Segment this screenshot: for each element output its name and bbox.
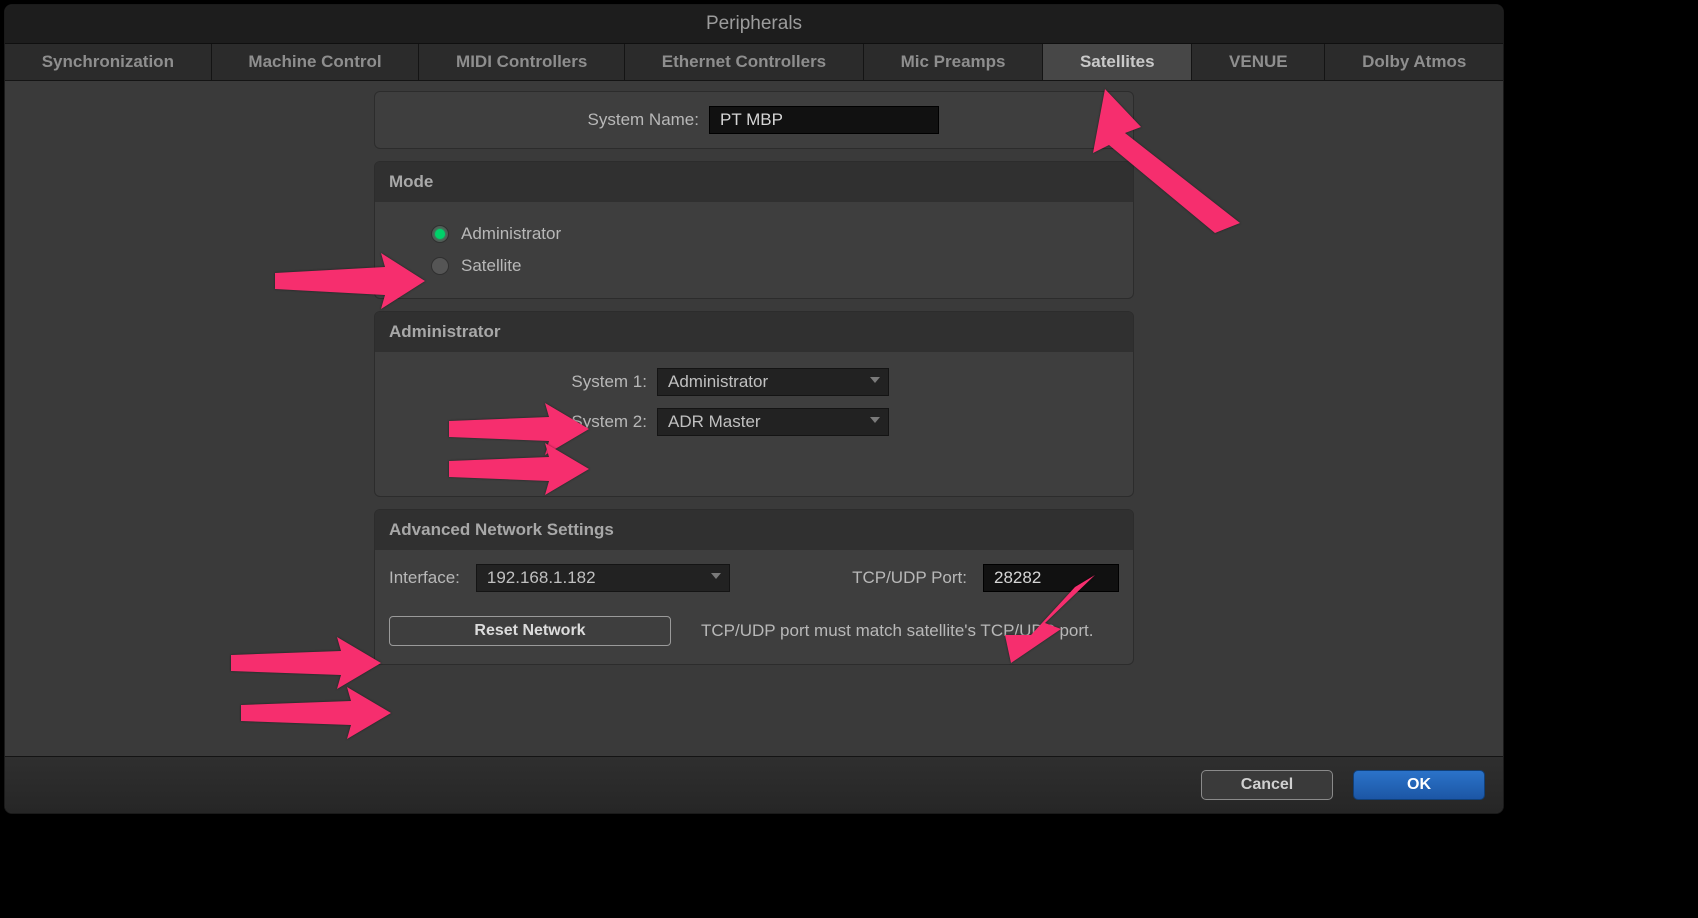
administrator-panel-header: Administrator bbox=[375, 312, 1133, 352]
network-panel-header: Advanced Network Settings bbox=[375, 510, 1133, 550]
tab-mic-preamps[interactable]: Mic Preamps bbox=[864, 44, 1043, 80]
window-titlebar: Peripherals bbox=[5, 5, 1503, 44]
dropdown-value: ADR Master bbox=[668, 412, 761, 432]
reset-network-button[interactable]: Reset Network bbox=[389, 616, 671, 646]
network-panel: Advanced Network Settings Interface: 192… bbox=[374, 509, 1134, 665]
peripherals-window: Peripherals Synchronization Machine Cont… bbox=[4, 4, 1504, 814]
radio-icon bbox=[431, 257, 449, 275]
window-title: Peripherals bbox=[706, 13, 802, 35]
system-name-label: System Name: bbox=[389, 110, 699, 130]
mode-radio-satellite[interactable]: Satellite bbox=[431, 256, 1119, 276]
tab-label: Mic Preamps bbox=[901, 52, 1006, 72]
tab-label: MIDI Controllers bbox=[456, 52, 587, 72]
tab-label: Satellites bbox=[1080, 52, 1155, 72]
panel-stack: System Name: Mode Administrator Satellit… bbox=[374, 91, 1134, 756]
port-label: TCP/UDP Port: bbox=[852, 568, 967, 588]
ok-button[interactable]: OK bbox=[1353, 770, 1485, 800]
dropdown-value: Administrator bbox=[668, 372, 768, 392]
interface-label: Interface: bbox=[389, 568, 460, 588]
tab-synchronization[interactable]: Synchronization bbox=[5, 44, 212, 80]
mode-panel: Mode Administrator Satellite bbox=[374, 161, 1134, 299]
tab-label: VENUE bbox=[1229, 52, 1288, 72]
system2-dropdown[interactable]: ADR Master bbox=[657, 408, 889, 436]
cancel-button[interactable]: Cancel bbox=[1201, 770, 1333, 800]
tab-ethernet-controllers[interactable]: Ethernet Controllers bbox=[625, 44, 864, 80]
tab-content: System Name: Mode Administrator Satellit… bbox=[5, 81, 1503, 756]
mode-radio-administrator[interactable]: Administrator bbox=[431, 224, 1119, 244]
system1-dropdown[interactable]: Administrator bbox=[657, 368, 889, 396]
tab-dolby-atmos[interactable]: Dolby Atmos bbox=[1325, 44, 1503, 80]
button-label: Cancel bbox=[1241, 776, 1293, 794]
port-input[interactable] bbox=[983, 564, 1119, 592]
tab-machine-control[interactable]: Machine Control bbox=[212, 44, 420, 80]
system1-label: System 1: bbox=[375, 372, 647, 392]
tab-satellites[interactable]: Satellites bbox=[1043, 44, 1192, 80]
radio-label: Satellite bbox=[461, 256, 521, 276]
tab-midi-controllers[interactable]: MIDI Controllers bbox=[419, 44, 625, 80]
dialog-footer: Cancel OK bbox=[5, 756, 1503, 813]
mode-panel-header: Mode bbox=[375, 162, 1133, 202]
tab-label: Synchronization bbox=[42, 52, 174, 72]
system2-label: System 2: bbox=[375, 412, 647, 432]
button-label: OK bbox=[1407, 776, 1431, 794]
dropdown-value: 192.168.1.182 bbox=[487, 568, 596, 588]
radio-icon bbox=[431, 225, 449, 243]
system-name-panel: System Name: bbox=[374, 91, 1134, 149]
tab-label: Machine Control bbox=[248, 52, 381, 72]
radio-label: Administrator bbox=[461, 224, 561, 244]
tab-label: Dolby Atmos bbox=[1362, 52, 1466, 72]
button-label: Reset Network bbox=[474, 622, 585, 640]
tab-label: Ethernet Controllers bbox=[662, 52, 826, 72]
administrator-panel: Administrator System 1: Administrator Sy… bbox=[374, 311, 1134, 497]
system-name-input[interactable] bbox=[709, 106, 939, 134]
interface-dropdown[interactable]: 192.168.1.182 bbox=[476, 564, 730, 592]
tab-venue[interactable]: VENUE bbox=[1192, 44, 1325, 80]
port-hint: TCP/UDP port must match satellite's TCP/… bbox=[701, 621, 1093, 641]
tab-bar: Synchronization Machine Control MIDI Con… bbox=[5, 44, 1503, 81]
